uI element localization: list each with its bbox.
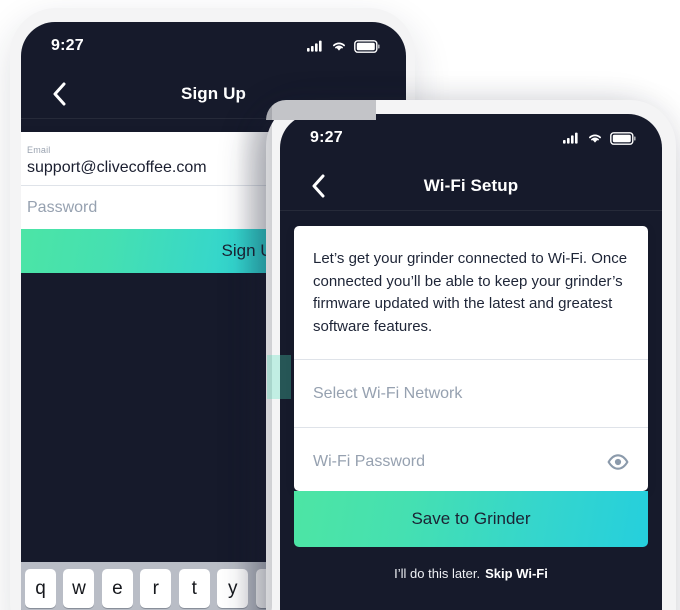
email-field-value: support@clivecoffee.com	[27, 159, 207, 176]
status-clock: 9:27	[51, 37, 84, 54]
status-icon-group	[307, 39, 380, 53]
chevron-left-icon	[312, 174, 325, 198]
keyboard-key-w[interactable]: w	[63, 569, 95, 608]
wifi-network-select-row[interactable]: Select Wi-Fi Network	[294, 360, 648, 427]
cellular-signal-icon	[307, 40, 322, 52]
reveal-password-button[interactable]	[607, 451, 629, 473]
email-field-label: Email	[27, 145, 51, 155]
status-clock-wifi: 9:27	[310, 129, 343, 146]
nav-bar-wifi: Wi-Fi Setup	[280, 162, 662, 210]
wifi-icon	[589, 134, 601, 143]
skip-wifi-link[interactable]: Skip Wi-Fi	[485, 566, 548, 581]
battery-icon	[354, 39, 380, 53]
wifi-password-placeholder: Wi-Fi Password	[313, 452, 426, 470]
save-to-grinder-label: Save to Grinder	[411, 509, 531, 528]
password-field-placeholder: Password	[27, 198, 98, 216]
nav-divider-wifi	[280, 210, 662, 211]
screenshot-canvas: 9:27 Sign Up Email support@clivecoffee.c…	[0, 0, 680, 610]
status-icon-group-wifi	[563, 131, 636, 145]
back-button-signup[interactable]	[45, 80, 73, 108]
save-to-grinder-button[interactable]: Save to Grinder	[294, 491, 648, 547]
skip-wifi-footer: I’ll do this later. Skip Wi-Fi	[280, 566, 662, 581]
keyboard-key-e[interactable]: e	[101, 569, 133, 608]
wifi-password-row[interactable]: Wi-Fi Password	[294, 428, 648, 491]
page-title-wifi: Wi-Fi Setup	[423, 176, 519, 195]
phone-screen-wifi: 9:27 Wi-Fi Setup Let’s get your grinder …	[280, 114, 662, 610]
keyboard-key-t[interactable]: t	[178, 569, 210, 608]
wifi-network-placeholder: Select Wi-Fi Network	[313, 384, 463, 402]
wifi-intro-text: Let’s get your grinder connected to Wi-F…	[313, 250, 628, 335]
cellular-signal-icon	[563, 132, 578, 144]
status-bar-signup: 9:27	[21, 22, 406, 70]
battery-icon	[610, 131, 636, 145]
phone-device-wifi: 9:27 Wi-Fi Setup Let’s get your grinder …	[266, 100, 676, 610]
device-frame-edge-highlight	[266, 100, 376, 120]
eye-icon	[607, 453, 629, 470]
keyboard-key-q[interactable]: q	[25, 569, 56, 608]
keyboard-key-r[interactable]: r	[140, 569, 172, 608]
status-bar-wifi: 9:27	[280, 114, 662, 162]
keyboard-key-y[interactable]: y	[217, 569, 249, 608]
chevron-left-icon	[53, 82, 66, 106]
wifi-icon	[333, 42, 345, 51]
wifi-setup-card: Let’s get your grinder connected to Wi-F…	[294, 226, 648, 491]
back-button-wifi[interactable]	[304, 172, 332, 200]
skip-wifi-prefix: I’ll do this later.	[394, 566, 481, 581]
